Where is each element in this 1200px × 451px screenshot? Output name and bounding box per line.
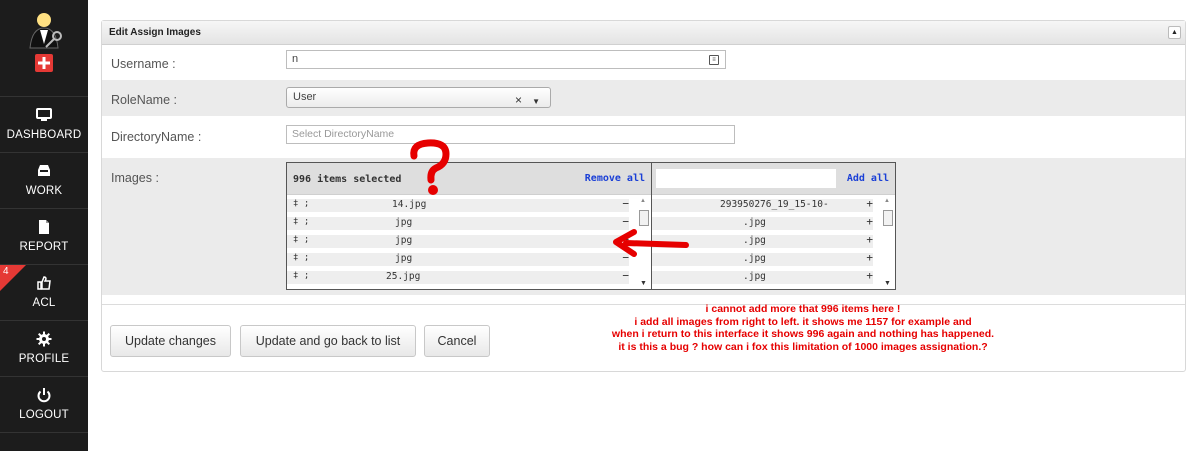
- annotation-line: i cannot add more that 996 items here !: [705, 303, 901, 315]
- remove-all-link[interactable]: Remove all: [585, 173, 645, 184]
- arrow-left-icon: [613, 229, 689, 257]
- panel-header: Edit Assign Images ▲: [102, 21, 1185, 45]
- available-scrollbar[interactable]: ▲ ▼: [883, 198, 893, 287]
- add-item-icon[interactable]: +: [866, 215, 873, 228]
- update-changes-button[interactable]: Update changes: [110, 325, 231, 357]
- drag-handle-icon[interactable]: ‡ ;: [293, 235, 309, 245]
- question-mark-icon: [410, 139, 450, 195]
- rolename-value: User: [293, 91, 317, 103]
- selected-list-header: 996 items selected Remove all: [287, 163, 651, 195]
- available-list-header: Add all: [652, 163, 895, 195]
- username-value: n: [292, 53, 299, 65]
- monitor-icon: [36, 108, 52, 121]
- sidebar-item-label: ACL: [32, 297, 56, 309]
- scroll-down-icon[interactable]: ▼: [640, 280, 647, 287]
- sidebar-item-logout[interactable]: LOGOUT: [0, 376, 88, 432]
- sidebar-item-work[interactable]: WORK: [0, 152, 88, 208]
- sidebar-item-profile[interactable]: PROFILE: [0, 320, 88, 376]
- remove-item-icon[interactable]: −: [622, 197, 629, 210]
- selected-images-list: 996 items selected Remove all ‡ ; 14.jpg…: [286, 162, 652, 290]
- sidebar-item-label: REPORT: [19, 241, 69, 253]
- selected-count: 996 items selected: [293, 174, 402, 185]
- list-item[interactable]: ‡ ; jpg −: [287, 250, 651, 268]
- sidebar: DASHBOARD WORK REPORT 4 ACL PROFILE LOGO…: [0, 0, 88, 451]
- file-icon: [39, 220, 49, 234]
- list-item[interactable]: ‡ ; jpg −: [287, 214, 651, 232]
- clear-icon[interactable]: ×: [515, 91, 522, 110]
- drag-handle-icon[interactable]: ‡ ;: [293, 199, 309, 209]
- available-search-input[interactable]: [656, 169, 836, 188]
- directory-label: DirectoryName :: [111, 130, 202, 144]
- drag-handle-icon[interactable]: ‡ ;: [293, 253, 309, 263]
- gear-icon: [36, 331, 52, 347]
- sidebar-divider: [0, 432, 88, 433]
- sidebar-item-acl[interactable]: 4 ACL: [0, 264, 88, 320]
- add-all-link[interactable]: Add all: [847, 173, 889, 184]
- remove-item-icon[interactable]: −: [622, 269, 629, 282]
- sidebar-item-dashboard[interactable]: DASHBOARD: [0, 96, 88, 152]
- thumbs-up-icon: [37, 276, 51, 290]
- sidebar-item-report[interactable]: REPORT: [0, 208, 88, 264]
- images-label: Images :: [111, 171, 159, 185]
- app-logo: [0, 0, 88, 96]
- sidebar-item-label: DASHBOARD: [6, 129, 82, 141]
- user-annotation: i cannot add more that 996 items here ! …: [583, 303, 1023, 353]
- add-item-icon[interactable]: +: [866, 251, 873, 264]
- rolename-row: RoleName : User × ▼: [102, 80, 1185, 116]
- scroll-up-icon[interactable]: ▲: [640, 198, 646, 204]
- drag-handle-icon[interactable]: ‡ ;: [293, 217, 309, 227]
- directory-placeholder: Select DirectoryName: [292, 128, 395, 140]
- inbox-icon: [38, 165, 50, 176]
- username-input[interactable]: n ≡: [286, 50, 726, 69]
- annotation-line: it is this a bug ? how can i fox this li…: [618, 340, 988, 353]
- scroll-down-icon[interactable]: ▼: [884, 280, 891, 287]
- add-item-icon[interactable]: +: [866, 197, 873, 210]
- chevron-down-icon[interactable]: ▼: [532, 92, 540, 111]
- update-go-back-button[interactable]: Update and go back to list: [240, 325, 416, 357]
- directory-row: DirectoryName : Select DirectoryName: [102, 116, 1185, 156]
- remove-item-icon[interactable]: −: [622, 215, 629, 228]
- list-item[interactable]: 293950276_19_15-10- +: [652, 196, 895, 214]
- sidebar-item-label: LOGOUT: [19, 409, 69, 421]
- power-icon: [37, 388, 51, 403]
- username-label: Username :: [111, 57, 176, 71]
- rolename-label: RoleName :: [111, 93, 177, 107]
- list-item[interactable]: ‡ ; 14.jpg −: [287, 196, 651, 214]
- scroll-thumb[interactable]: [883, 210, 893, 226]
- add-item-icon[interactable]: +: [866, 233, 873, 246]
- sidebar-item-label: WORK: [25, 185, 63, 197]
- sidebar-item-label: PROFILE: [18, 353, 70, 365]
- add-item-icon[interactable]: +: [866, 269, 873, 282]
- list-item[interactable]: .jpg +: [652, 268, 895, 286]
- username-row: Username : n ≡: [102, 46, 1185, 80]
- drag-handle-icon[interactable]: ‡ ;: [293, 271, 309, 281]
- available-images-list: Add all 293950276_19_15-10- + .jpg + .jp…: [651, 162, 896, 290]
- panel-title: Edit Assign Images: [109, 27, 201, 38]
- list-item[interactable]: ‡ ; jpg −: [287, 232, 651, 250]
- list-item[interactable]: ‡ ; 25.jpg −: [287, 268, 651, 286]
- scroll-thumb[interactable]: [639, 210, 649, 226]
- annotation-line: when i return to this interface it shows…: [611, 328, 995, 340]
- notification-badge-count: 4: [3, 266, 9, 277]
- contact-card-icon: ≡: [709, 55, 719, 65]
- selected-items: ‡ ; 14.jpg − ‡ ; jpg − ‡ ; jpg − ‡ ; jpg…: [287, 196, 651, 289]
- rolename-select[interactable]: User × ▼: [286, 87, 551, 108]
- annotation-line: i add all images from right to left. it …: [634, 315, 972, 328]
- cancel-button[interactable]: Cancel: [424, 325, 490, 357]
- collapse-button[interactable]: ▲: [1168, 26, 1181, 39]
- directory-input[interactable]: Select DirectoryName: [286, 125, 735, 144]
- scroll-up-icon[interactable]: ▲: [884, 198, 890, 204]
